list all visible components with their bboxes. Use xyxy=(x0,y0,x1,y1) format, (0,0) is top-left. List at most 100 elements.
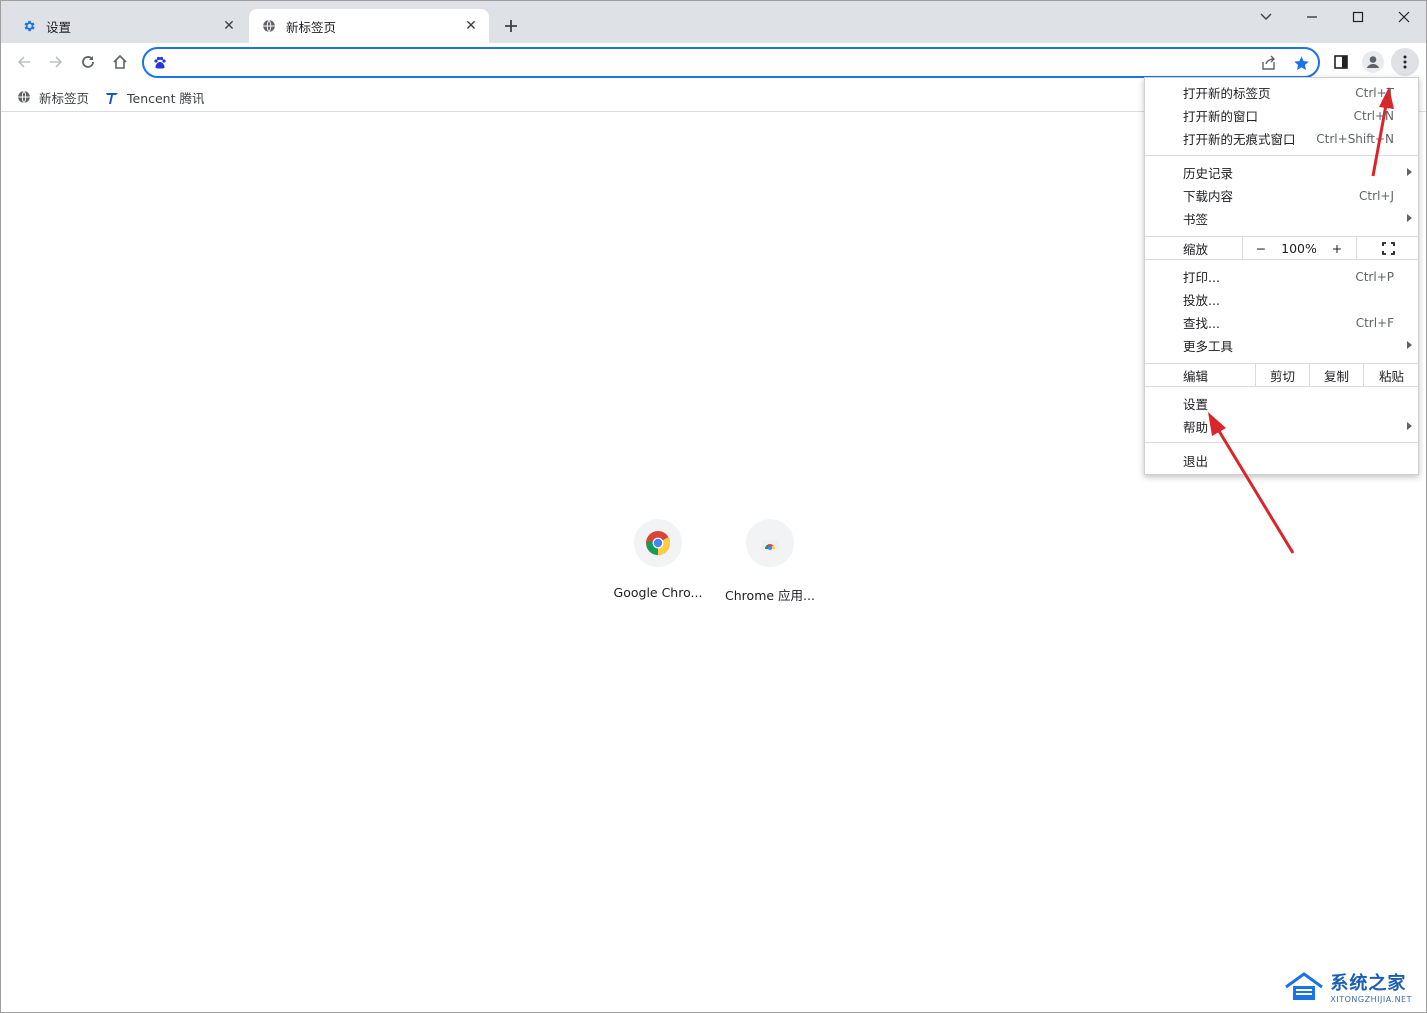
address-input[interactable] xyxy=(174,52,1254,74)
menu-item-new-tab[interactable]: 打开新的标签页 Ctrl+T xyxy=(1145,81,1418,104)
menu-item-new-window[interactable]: 打开新的窗口 Ctrl+N xyxy=(1145,104,1418,127)
copy-button[interactable]: 复制 xyxy=(1310,364,1363,386)
shortcut-chrome-web-store[interactable]: Chrome 应用... xyxy=(715,519,825,604)
menu-item-more-tools[interactable]: 更多工具 xyxy=(1145,334,1418,357)
toolbar xyxy=(1,43,1426,81)
menu-item-bookmarks[interactable]: 书签 xyxy=(1145,207,1418,230)
menu-item-shortcut: Ctrl+F xyxy=(1355,315,1394,330)
watermark-title: 系统之家 xyxy=(1330,973,1407,994)
three-dots-vertical-icon xyxy=(1403,55,1407,69)
menu-item-downloads[interactable]: 下载内容 Ctrl+J xyxy=(1145,184,1418,207)
submenu-arrow-icon xyxy=(1407,168,1412,176)
forward-button[interactable] xyxy=(42,48,70,76)
star-icon[interactable] xyxy=(1292,54,1310,72)
browser-window: 设置 ✕ 新标签页 ✕ 新标签页 Tencent 腾讯 Google Chro.… xyxy=(0,0,1427,1013)
menu-divider xyxy=(1242,237,1243,259)
submenu-arrow-icon xyxy=(1407,341,1412,349)
tab-settings[interactable]: 设置 ✕ xyxy=(9,9,247,43)
menu-item-help[interactable]: 帮助 xyxy=(1145,415,1418,438)
menu-divider xyxy=(1145,442,1418,443)
minimize-button[interactable] xyxy=(1296,6,1328,28)
side-panel-button[interactable] xyxy=(1327,48,1355,76)
zoom-label: 缩放 xyxy=(1183,241,1209,257)
shortcut-label: Chrome 应用... xyxy=(725,588,815,603)
globe-icon xyxy=(261,18,277,34)
share-icon[interactable] xyxy=(1260,54,1278,72)
menu-zoom-row: 缩放 − 100% + xyxy=(1145,236,1418,260)
menu-item-label: 打印... xyxy=(1183,270,1220,285)
chrome-menu-button[interactable] xyxy=(1391,48,1419,76)
address-bar[interactable] xyxy=(142,47,1320,78)
profile-button[interactable] xyxy=(1359,48,1387,76)
reload-icon xyxy=(82,56,94,68)
submenu-arrow-icon xyxy=(1407,214,1412,222)
fullscreen-button[interactable] xyxy=(1357,237,1419,259)
menu-item-find[interactable]: 查找... Ctrl+F xyxy=(1145,311,1418,334)
chrome-app-menu: 打开新的标签页 Ctrl+T 打开新的窗口 Ctrl+N 打开新的无痕式窗口 C… xyxy=(1144,77,1419,475)
menu-divider xyxy=(1145,155,1418,156)
zoom-level: 100% xyxy=(1281,240,1317,256)
new-tab-button[interactable] xyxy=(501,16,521,36)
home-button[interactable] xyxy=(106,48,134,76)
close-window-button[interactable] xyxy=(1388,6,1420,28)
plus-icon xyxy=(505,20,517,32)
site-watermark: 系统之家 XITONGZHIJIA.NET xyxy=(1284,969,1412,1004)
bookmark-new-tab[interactable]: 新标签页 xyxy=(16,86,89,108)
menu-item-shortcut: Ctrl+T xyxy=(1355,85,1394,100)
gear-icon xyxy=(21,18,37,34)
tab-label: 设置 xyxy=(46,19,72,35)
menu-item-cast[interactable]: 投放... xyxy=(1145,288,1418,311)
menu-item-label: 帮助 xyxy=(1183,420,1209,435)
close-tab-icon[interactable]: ✕ xyxy=(461,16,481,36)
menu-edit-row: 编辑 剪切 复制 粘贴 xyxy=(1145,363,1418,387)
side-panel-icon xyxy=(1334,55,1348,69)
menu-item-label: 下载内容 xyxy=(1183,189,1234,204)
fullscreen-icon xyxy=(1381,241,1395,255)
home-icon xyxy=(113,54,127,69)
back-button[interactable] xyxy=(10,48,38,76)
house-logo-icon xyxy=(1285,971,1324,1000)
menu-item-label: 打开新的窗口 xyxy=(1183,109,1259,124)
maximize-button[interactable] xyxy=(1342,6,1374,28)
menu-item-history[interactable]: 历史记录 xyxy=(1145,161,1418,184)
menu-item-label: 书签 xyxy=(1183,212,1209,227)
tab-search-button[interactable] xyxy=(1250,6,1282,28)
close-icon xyxy=(1398,11,1410,23)
cut-button[interactable]: 剪切 xyxy=(1256,364,1309,386)
tab-new-tab[interactable]: 新标签页 ✕ xyxy=(249,9,489,43)
bookmark-label: 新标签页 xyxy=(39,90,90,106)
avatar-icon xyxy=(1362,51,1384,73)
menu-item-label: 历史记录 xyxy=(1183,166,1234,181)
chevron-down-icon xyxy=(1260,13,1272,20)
menu-item-shortcut: Ctrl+Shift+N xyxy=(1316,131,1394,146)
maximize-icon xyxy=(1352,11,1364,23)
menu-item-shortcut: Ctrl+J xyxy=(1359,188,1394,203)
globe-icon xyxy=(16,89,32,105)
zoom-out-button[interactable]: − xyxy=(1247,237,1275,259)
submenu-arrow-icon xyxy=(1407,422,1412,430)
bookmark-tencent[interactable]: Tencent 腾讯 xyxy=(104,86,204,108)
bookmark-label: Tencent 腾讯 xyxy=(127,90,205,106)
baidu-paw-icon xyxy=(151,54,169,72)
menu-item-label: 设置 xyxy=(1183,397,1209,412)
paste-button[interactable]: 粘贴 xyxy=(1364,364,1419,386)
menu-item-settings[interactable]: 设置 xyxy=(1145,392,1418,415)
watermark-subtitle: XITONGZHIJIA.NET xyxy=(1330,995,1412,1004)
shortcut-google-chrome[interactable]: Google Chro... xyxy=(603,519,713,600)
arrow-right-icon xyxy=(50,56,63,68)
close-tab-icon[interactable]: ✕ xyxy=(219,16,239,36)
menu-item-label: 退出 xyxy=(1183,454,1209,469)
chrome-web-store-icon xyxy=(746,519,794,567)
reload-button[interactable] xyxy=(74,48,102,76)
zoom-in-button[interactable]: + xyxy=(1323,237,1351,259)
menu-item-label: 打开新的无痕式窗口 xyxy=(1183,132,1296,147)
menu-item-label: 投放... xyxy=(1183,293,1220,308)
menu-item-exit[interactable]: 退出 xyxy=(1145,449,1418,472)
tab-strip: 设置 ✕ 新标签页 ✕ xyxy=(1,1,1426,43)
tab-label: 新标签页 xyxy=(286,19,337,35)
chrome-icon xyxy=(634,519,682,567)
tencent-icon xyxy=(104,89,120,105)
menu-item-new-incognito-window[interactable]: 打开新的无痕式窗口 Ctrl+Shift+N xyxy=(1145,127,1418,150)
menu-item-label: 查找... xyxy=(1183,316,1220,331)
menu-item-print[interactable]: 打印... Ctrl+P xyxy=(1145,265,1418,288)
